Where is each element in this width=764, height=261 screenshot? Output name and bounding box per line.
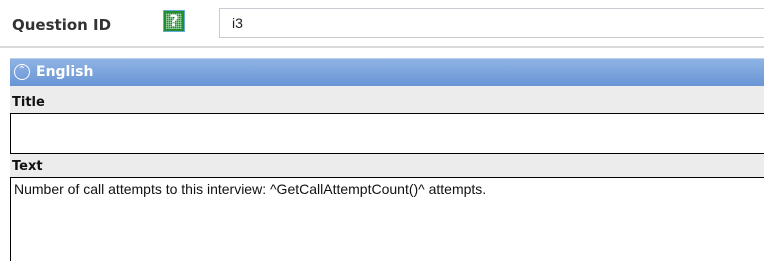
divider xyxy=(0,46,764,48)
collapse-icon[interactable]: ⌃ xyxy=(14,64,30,80)
question-id-label: Question ID xyxy=(12,16,112,34)
help-icon-glyph: ? xyxy=(169,11,179,30)
title-field[interactable] xyxy=(10,113,764,154)
question-id-row: Question ID ? xyxy=(0,0,764,48)
question-id-input[interactable] xyxy=(219,8,764,38)
language-panel-title: English xyxy=(36,64,94,80)
text-field[interactable]: Number of call attempts to this intervie… xyxy=(10,177,764,261)
language-panel-header[interactable]: ⌃ English xyxy=(10,58,764,86)
title-label: Title xyxy=(12,95,45,110)
help-icon[interactable]: ? xyxy=(163,10,185,32)
text-label: Text xyxy=(12,159,43,174)
